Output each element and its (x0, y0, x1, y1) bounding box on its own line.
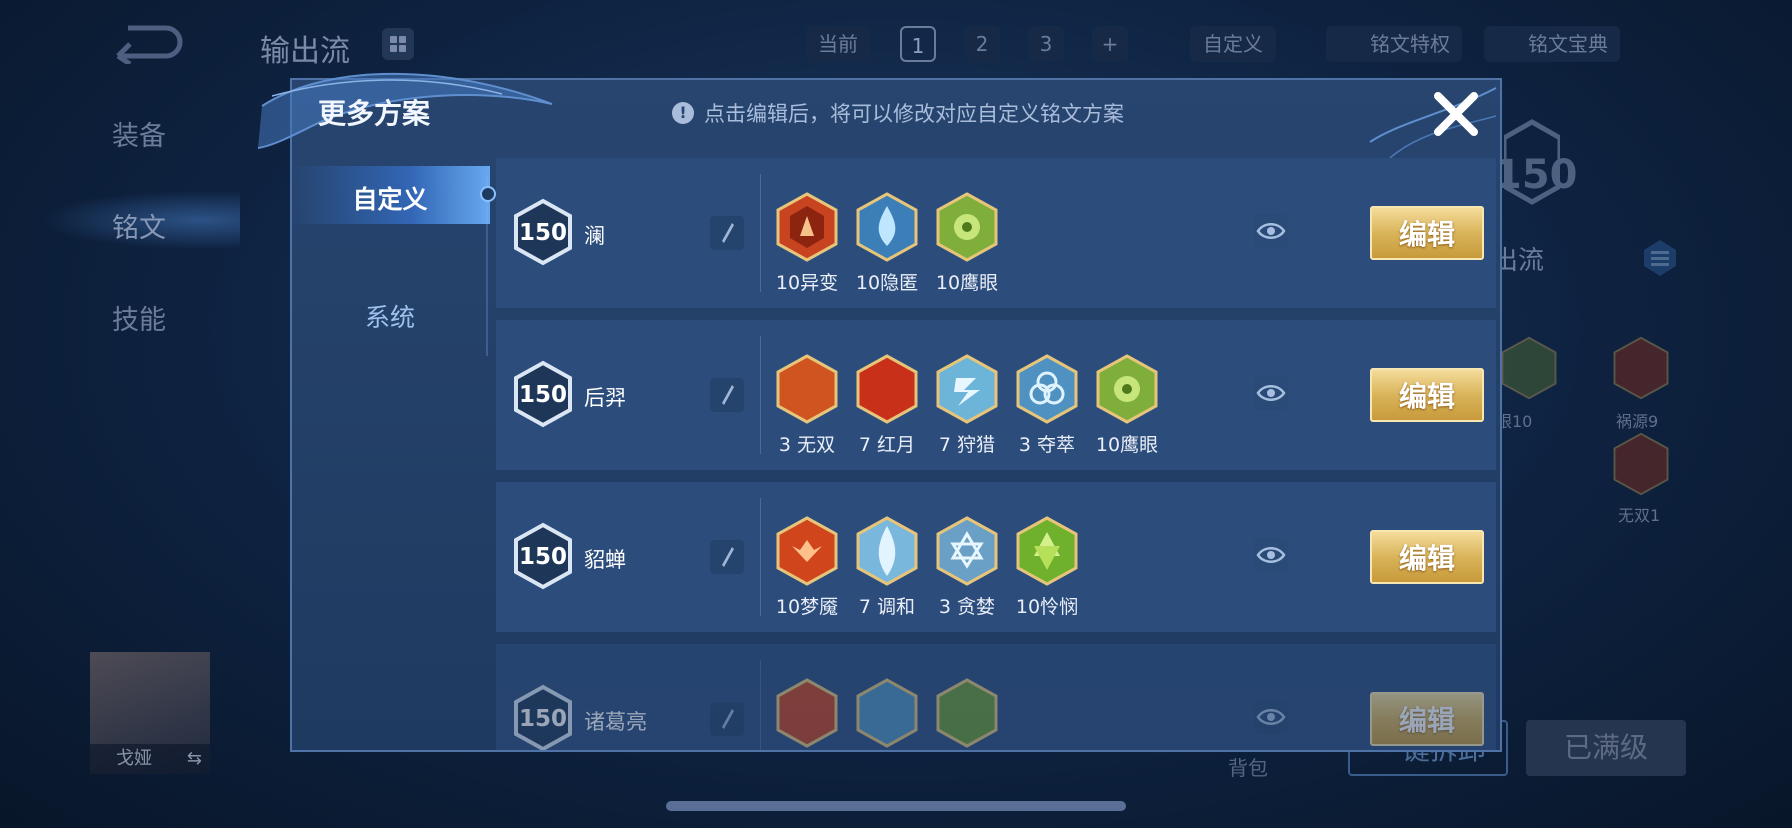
edit-button[interactable]: 编辑 (1370, 368, 1484, 422)
bg-sidebar-equip[interactable]: 装备 (112, 114, 166, 153)
rune-label: 7 红月 (858, 434, 916, 456)
hero-name: 戈娅 (116, 748, 152, 769)
privilege-label: 铭文特权 (1370, 32, 1450, 56)
bg-custom-button[interactable]: 自定义 (1190, 26, 1276, 62)
plan-card: 150 貂蝉 10梦魇 7 调和 3 贪婪 10怜悯 编辑 (496, 482, 1496, 632)
rune-green-icon[interactable] (936, 678, 998, 748)
bg-rune-red-icon[interactable] (1612, 336, 1670, 400)
bg-plan-level: 150 (1494, 152, 1578, 198)
plan-level: 150 (518, 220, 567, 246)
hero-name-bar[interactable]: 戈娅 ⇆ (90, 744, 210, 774)
rune-label: 3 贪婪 (938, 596, 996, 618)
rune-red-icon[interactable] (856, 354, 918, 424)
preview-eye-icon[interactable] (1254, 214, 1288, 248)
rune-blue-icon[interactable] (936, 354, 998, 424)
plan-level: 150 (518, 544, 567, 570)
info-icon: ! (672, 102, 694, 124)
modal-title: 更多方案 (318, 97, 431, 130)
rename-pen-icon[interactable] (710, 702, 744, 736)
bg-page-title: 输出流 (260, 34, 350, 69)
rune-label: 3 夺萃 (1018, 434, 1076, 456)
rune-red-icon[interactable] (776, 192, 838, 262)
bg-rune-red-icon[interactable] (1612, 432, 1670, 496)
rune-red-icon[interactable] (776, 516, 838, 586)
tab-system[interactable]: 系统 (290, 298, 490, 334)
rune-red-icon[interactable] (776, 678, 838, 748)
card-divider (760, 660, 761, 750)
rune-red-icon[interactable] (776, 354, 838, 424)
preview-eye-icon[interactable] (1254, 376, 1288, 410)
hint-text: 点击编辑后，将可以修改对应自定义铭文方案 (704, 102, 1124, 126)
preview-eye-icon[interactable] (1254, 700, 1288, 734)
bg-rune-label: 无双1 (1618, 506, 1661, 525)
rune-label: 7 狩猎 (938, 434, 996, 456)
rename-pen-icon[interactable] (710, 540, 744, 574)
rename-pen-icon[interactable] (710, 378, 744, 412)
back-icon[interactable] (108, 22, 184, 64)
rune-label: 3 无双 (778, 434, 836, 456)
plan-level: 150 (518, 382, 567, 408)
close-icon[interactable] (1428, 86, 1484, 142)
grid-icon[interactable] (382, 28, 414, 60)
bg-bag-label[interactable]: 背包 (1228, 752, 1268, 781)
codex-label: 铭文宝典 (1528, 32, 1608, 56)
card-divider (760, 174, 761, 292)
rune-blue-icon[interactable] (1016, 354, 1078, 424)
edit-button[interactable]: 编辑 (1370, 206, 1484, 260)
rune-label: 10梦魇 (775, 596, 839, 618)
home-indicator[interactable] (666, 801, 1126, 811)
swap-icon: ⇆ (186, 748, 202, 769)
modal-category-nav: 自定义 系统 (290, 156, 496, 750)
rune-green-icon[interactable] (1096, 354, 1158, 424)
bg-sidebar-rune[interactable]: 铭文 (112, 206, 166, 245)
edit-button[interactable]: 编辑 (1370, 530, 1484, 584)
rune-green-icon[interactable] (936, 192, 998, 262)
bg-plan-tab-1[interactable]: 1 (900, 26, 936, 62)
plan-card: 150 诸葛亮 编辑 (496, 644, 1496, 750)
rune-label: 10鹰眼 (935, 272, 999, 294)
preview-eye-icon[interactable] (1254, 538, 1288, 572)
plan-level: 150 (518, 706, 567, 732)
rune-green-icon[interactable] (1016, 516, 1078, 586)
plan-card: 150 后羿 3 无双 7 红月 7 狩猎 3 夺萃 10鹰眼 编辑 (496, 320, 1496, 470)
bg-sidebar-skill[interactable]: 技能 (112, 298, 166, 337)
bg-add-plan-button[interactable]: + (1092, 26, 1128, 62)
rune-blue-icon[interactable] (856, 516, 918, 586)
tab-custom[interactable]: 自定义 (290, 180, 490, 216)
plan-hero-name: 后羿 (584, 386, 626, 410)
bg-codex-button[interactable]: 铭文宝典 (1484, 26, 1620, 62)
rune-label: 10异变 (775, 272, 839, 294)
rune-label: 7 调和 (858, 596, 916, 618)
rune-label: 10鹰眼 (1095, 434, 1159, 456)
list-icon[interactable] (1640, 238, 1680, 278)
rune-label: 10隐匿 (855, 272, 919, 294)
bg-current-label: 当前 (806, 26, 870, 62)
rune-blue-icon[interactable] (856, 192, 918, 262)
bg-plan-tab-3[interactable]: 3 (1028, 26, 1064, 62)
bg-plan-tab-2[interactable]: 2 (964, 26, 1000, 62)
hint-bar: ! 点击编辑后，将可以修改对应自定义铭文方案 (672, 98, 1124, 128)
plan-list[interactable]: 150 澜 10异变 10隐匿 10鹰眼 编辑 150 后羿 3 无双 7 红月… (496, 158, 1496, 750)
rune-blue-icon[interactable] (936, 516, 998, 586)
bg-rune-green-icon[interactable] (1500, 336, 1558, 400)
plan-hero-name: 貂蝉 (584, 548, 626, 572)
plan-hero-name: 诸葛亮 (584, 710, 647, 734)
bg-rune-label: 祸源9 (1616, 412, 1659, 431)
plan-hero-name: 澜 (584, 224, 605, 248)
card-divider (760, 336, 761, 454)
card-divider (760, 498, 761, 616)
edit-button[interactable]: 编辑 (1370, 692, 1484, 746)
rune-label: 10怜悯 (1015, 596, 1079, 618)
rename-pen-icon[interactable] (710, 216, 744, 250)
bg-max-level-button: 已满级 (1526, 720, 1686, 776)
rune-blue-icon[interactable] (856, 678, 918, 748)
plan-card: 150 澜 10异变 10隐匿 10鹰眼 编辑 (496, 158, 1496, 308)
bg-privilege-button[interactable]: 铭文特权 (1326, 26, 1462, 62)
